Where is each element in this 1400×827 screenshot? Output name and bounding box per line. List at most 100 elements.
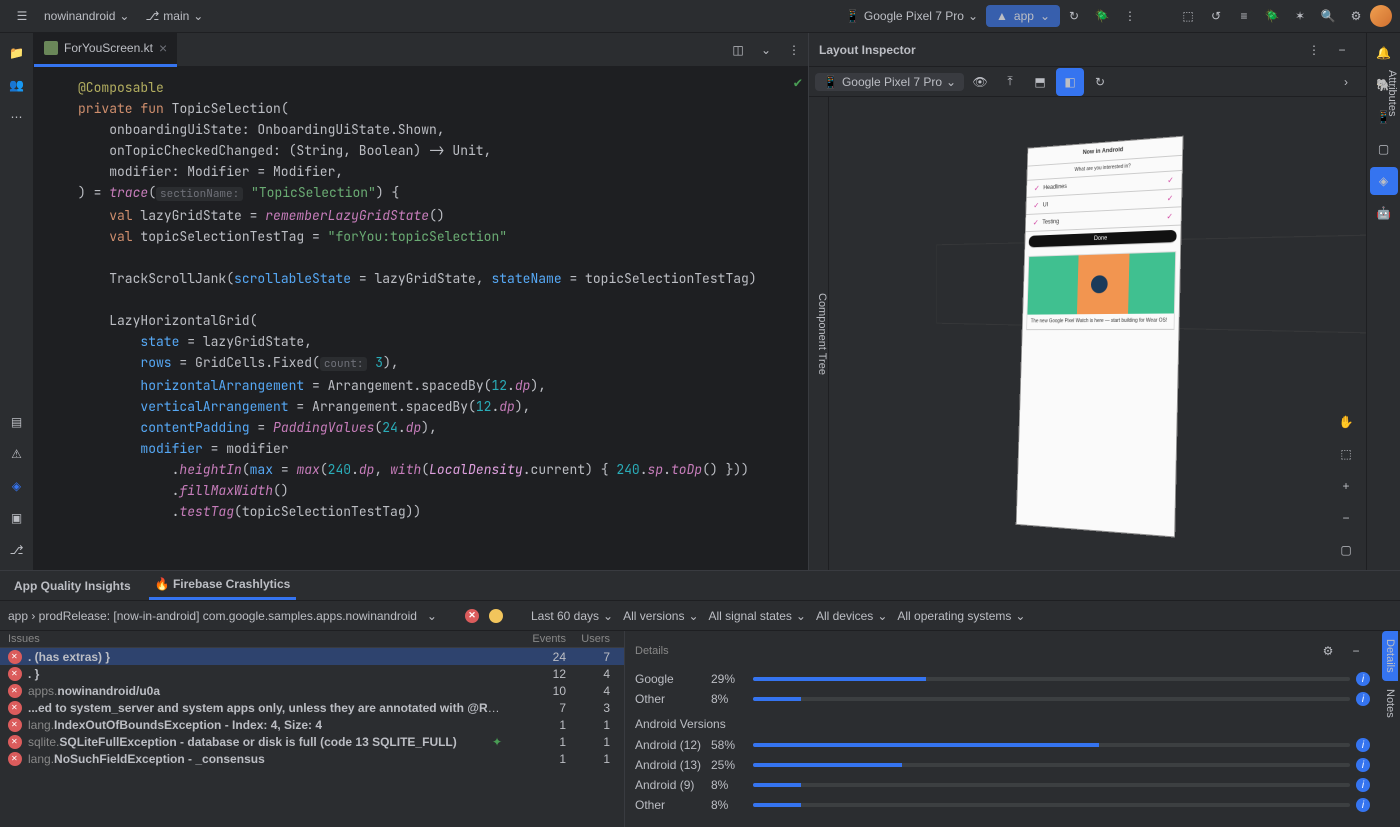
details-title: Details bbox=[635, 645, 1314, 657]
more-icon[interactable]: ⋮ bbox=[780, 36, 808, 64]
minimize-icon[interactable]: − bbox=[1328, 36, 1356, 64]
component-tree-tab[interactable]: Component Tree bbox=[809, 97, 829, 570]
branch-name: main bbox=[163, 9, 189, 23]
stat-row: Android (12)58% i bbox=[635, 735, 1370, 755]
issue-row[interactable]: sqlite.SQLiteFullException - database or… bbox=[0, 733, 624, 750]
device-dropdown[interactable]: 📱 Google Pixel 7 Pro ⌄ bbox=[837, 4, 986, 28]
android-icon[interactable]: 🤖 bbox=[1370, 199, 1398, 227]
tool-icon-1[interactable]: ⬚ bbox=[1174, 2, 1202, 30]
issue-row[interactable]: . } 124 bbox=[0, 665, 624, 682]
terminal-tool-icon[interactable]: ▤ bbox=[3, 408, 31, 436]
info-icon[interactable]: i bbox=[1356, 692, 1370, 706]
export-icon[interactable]: ⤒ bbox=[996, 68, 1024, 96]
problems-tool-icon[interactable]: ⚠ bbox=[3, 440, 31, 468]
project-tool-icon[interactable]: 📁 bbox=[3, 39, 31, 67]
vcs-tool-icon[interactable]: ⎇ bbox=[3, 536, 31, 564]
chevron-right-icon[interactable]: › bbox=[1332, 68, 1360, 96]
error-badge[interactable]: ✕ bbox=[465, 609, 479, 623]
filter-versions[interactable]: All versions ⌄ bbox=[623, 609, 698, 623]
error-icon bbox=[8, 684, 22, 698]
tool-icon-4[interactable]: 🪲 bbox=[1258, 2, 1286, 30]
tab-app-quality[interactable]: App Quality Insights bbox=[8, 573, 137, 599]
warn-badge[interactable] bbox=[489, 609, 503, 623]
check-icon: ✔ bbox=[794, 73, 802, 94]
ai-icon[interactable]: ✦ bbox=[492, 735, 502, 749]
gear-icon[interactable]: ⚙ bbox=[1314, 637, 1342, 665]
filter-signals[interactable]: All signal states ⌄ bbox=[709, 609, 806, 623]
filter-os[interactable]: All operating systems ⌄ bbox=[897, 609, 1025, 623]
issue-row[interactable]: lang.IndexOutOfBoundsException - Index: … bbox=[0, 716, 624, 733]
inspector-device-dropdown[interactable]: 📱 Google Pixel 7 Pro ⌄ bbox=[815, 73, 964, 91]
side-tab-details[interactable]: Details bbox=[1382, 631, 1398, 681]
snapshot-icon[interactable]: ⬒ bbox=[1026, 68, 1054, 96]
device-icon: 📱 bbox=[845, 9, 860, 23]
branch-dropdown[interactable]: ⎇ main ⌄ bbox=[137, 4, 211, 28]
chevron-down-icon: ⌄ bbox=[193, 9, 203, 23]
stat-row: Other8% i bbox=[635, 689, 1370, 709]
tool-icon-5[interactable]: ✶ bbox=[1286, 2, 1314, 30]
tool-icon-3[interactable]: ≡ bbox=[1230, 2, 1258, 30]
avatar[interactable] bbox=[1370, 5, 1392, 27]
code-editor[interactable]: ✔ @Composable private fun TopicSelection… bbox=[34, 67, 808, 570]
info-icon[interactable]: i bbox=[1356, 798, 1370, 812]
info-icon[interactable]: i bbox=[1356, 758, 1370, 772]
pan-icon[interactable]: ✋ bbox=[1332, 408, 1360, 436]
3d-icon[interactable]: ◧ bbox=[1056, 68, 1084, 96]
error-icon bbox=[8, 701, 22, 715]
emulator-icon[interactable]: ▢ bbox=[1370, 135, 1398, 163]
tab-filename: ForYouScreen.kt bbox=[64, 41, 153, 55]
project-name: nowinandroid bbox=[44, 9, 115, 23]
branch-icon: ⎇ bbox=[145, 9, 159, 23]
attributes-tab[interactable]: Attributes bbox=[1384, 62, 1400, 124]
eye-icon[interactable]: 👁 bbox=[966, 68, 994, 96]
debug-icon[interactable]: 🪲 bbox=[1088, 2, 1116, 30]
hamburger-icon[interactable]: ☰ bbox=[8, 2, 36, 30]
gear-icon[interactable]: ⚙ bbox=[1342, 2, 1370, 30]
zoom-in-icon[interactable]: + bbox=[1332, 472, 1360, 500]
error-icon bbox=[8, 718, 22, 732]
run-config-name: app bbox=[1014, 9, 1034, 23]
tool-icon-2[interactable]: ↺ bbox=[1202, 2, 1230, 30]
logcat-tool-icon[interactable]: ▣ bbox=[3, 504, 31, 532]
refresh-icon[interactable]: ↻ bbox=[1086, 68, 1114, 96]
close-icon[interactable]: × bbox=[159, 40, 167, 56]
app-quality-tool-icon[interactable]: ◈ bbox=[3, 472, 31, 500]
layout-canvas[interactable]: Now in Android What are you interested i… bbox=[829, 97, 1366, 570]
fit-icon[interactable]: ▢ bbox=[1332, 536, 1360, 564]
search-icon[interactable]: 🔍 bbox=[1314, 2, 1342, 30]
stat-row: Google29% i bbox=[635, 669, 1370, 689]
info-icon[interactable]: i bbox=[1356, 672, 1370, 686]
zoom-out-icon[interactable]: − bbox=[1332, 504, 1360, 532]
issue-row[interactable]: . (has extras) } 247 bbox=[0, 648, 624, 665]
minimize-icon[interactable]: − bbox=[1342, 637, 1370, 665]
more-tools-icon[interactable]: ⋯ bbox=[3, 103, 31, 131]
breadcrumb: app › prodRelease: [now-in-android] com.… bbox=[8, 609, 417, 623]
issue-row[interactable]: apps.nowinandroid/u0a 104 bbox=[0, 682, 624, 699]
restart-icon[interactable]: ↻ bbox=[1060, 2, 1088, 30]
side-tab-notes[interactable]: Notes bbox=[1382, 681, 1398, 726]
structure-tool-icon[interactable]: 👥 bbox=[3, 71, 31, 99]
more-icon[interactable]: ⋮ bbox=[1116, 2, 1144, 30]
project-dropdown[interactable]: nowinandroid ⌄ bbox=[36, 4, 137, 28]
filter-devices[interactable]: All devices ⌄ bbox=[816, 609, 887, 623]
issue-row[interactable]: lang.NoSuchFieldException - _consensus 1… bbox=[0, 750, 624, 767]
issue-row[interactable]: ...ed to system_server and system apps o… bbox=[0, 699, 624, 716]
select-icon[interactable]: ⬚ bbox=[1332, 440, 1360, 468]
chevron-down-icon: ⌄ bbox=[119, 9, 129, 23]
error-icon bbox=[8, 735, 22, 749]
stat-row: Android (9)8% i bbox=[635, 775, 1370, 795]
stat-row: Android (13)25% i bbox=[635, 755, 1370, 775]
chevron-down-icon: ⌄ bbox=[1040, 9, 1050, 23]
layout-inspector-icon[interactable]: ◈ bbox=[1370, 167, 1398, 195]
run-config-dropdown[interactable]: ▲ app ⌄ bbox=[986, 5, 1060, 27]
info-icon[interactable]: i bbox=[1356, 738, 1370, 752]
chevron-down-icon[interactable]: ⌄ bbox=[752, 36, 780, 64]
filter-time[interactable]: Last 60 days ⌄ bbox=[531, 609, 613, 623]
split-icon[interactable]: ◫ bbox=[724, 36, 752, 64]
more-icon[interactable]: ⋮ bbox=[1300, 36, 1328, 64]
info-icon[interactable]: i bbox=[1356, 778, 1370, 792]
col-issues: Issues bbox=[8, 633, 506, 645]
editor-tab[interactable]: ForYouScreen.kt × bbox=[34, 33, 177, 67]
tab-firebase[interactable]: 🔥 Firebase Crashlytics bbox=[149, 571, 297, 600]
chevron-down-icon[interactable]: ⌄ bbox=[427, 609, 437, 623]
